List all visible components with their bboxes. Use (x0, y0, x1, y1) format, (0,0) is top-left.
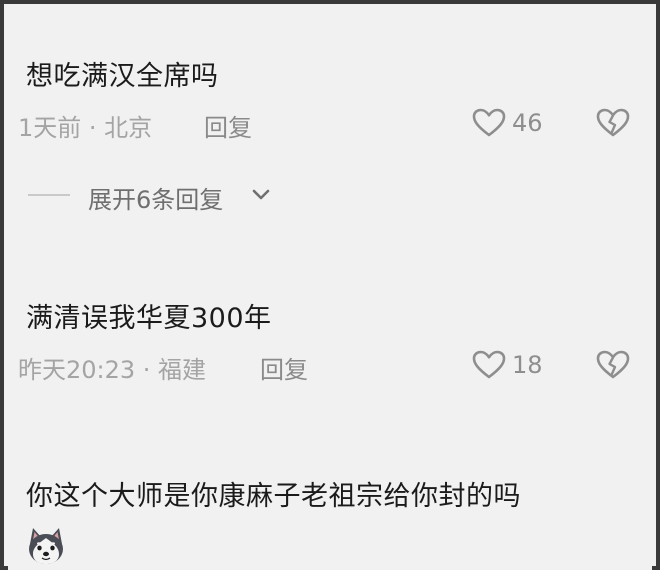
comment-time-location: 1天前 · 北京 (18, 114, 153, 142)
comment-time-location: 昨天20:23 · 福建 (18, 356, 207, 384)
avatar[interactable] (24, 524, 68, 568)
comment-text: 你这个大师是你康麻子老祖宗给你封的吗 (26, 481, 521, 512)
broken-heart-icon[interactable] (596, 350, 630, 380)
reply-button[interactable]: 回复 (204, 108, 252, 143)
broken-heart-icon[interactable] (596, 108, 630, 138)
like-count: 18 (512, 351, 543, 379)
expand-divider (28, 194, 70, 196)
like-count: 46 (512, 109, 543, 137)
comment-text: 满清误我华夏300年 (26, 303, 272, 334)
comment-list: 想吃满汉全席吗 1天前 · 北京 回复 46 展开6条回复 满清误我华夏300年… (8, 8, 652, 570)
chevron-down-icon (252, 189, 270, 200)
heart-outline-icon[interactable] (472, 350, 506, 380)
heart-outline-icon[interactable] (472, 108, 506, 138)
reply-button[interactable]: 回复 (260, 350, 308, 385)
comment-text: 想吃满汉全席吗 (26, 61, 219, 92)
expand-replies-label: 展开6条回复 (88, 186, 224, 214)
